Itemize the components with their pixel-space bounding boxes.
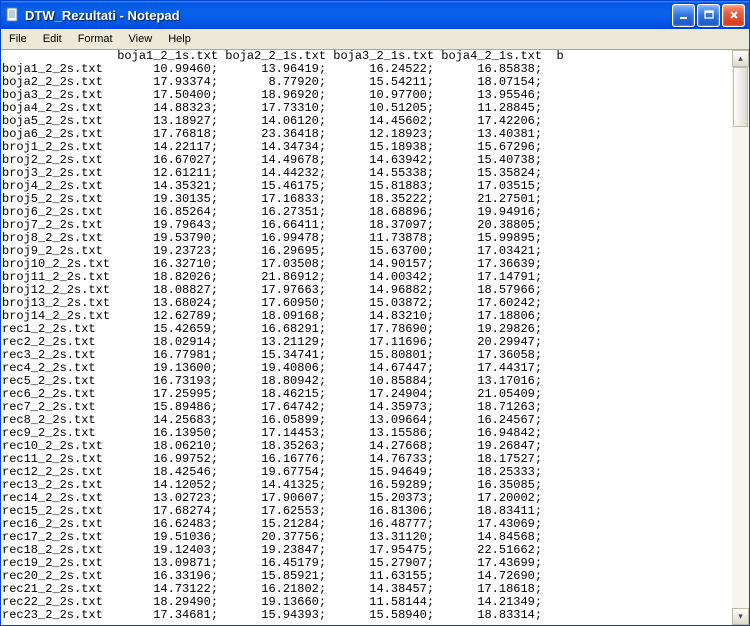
scroll-up-button[interactable]: ▴ bbox=[732, 50, 749, 67]
menu-edit[interactable]: Edit bbox=[35, 29, 70, 49]
scroll-thumb[interactable] bbox=[733, 67, 748, 127]
menubar: File Edit Format View Help bbox=[1, 29, 749, 50]
text-area[interactable]: boja1_2_1s.txt boja2_2_1s.txt boja3_2_1s… bbox=[1, 50, 732, 625]
minimize-button[interactable] bbox=[672, 4, 695, 27]
menu-format[interactable]: Format bbox=[70, 29, 121, 49]
close-button[interactable] bbox=[722, 4, 745, 27]
menu-view[interactable]: View bbox=[121, 29, 161, 49]
notepad-window: DTW_Rezultati - Notepad File Edit Format… bbox=[0, 0, 750, 626]
notepad-icon bbox=[5, 7, 21, 23]
table-row: rec23_2_2s.txt 17.34681; 15.94393; 15.58… bbox=[2, 609, 732, 622]
menu-help[interactable]: Help bbox=[160, 29, 199, 49]
menu-file[interactable]: File bbox=[1, 29, 35, 49]
window-title: DTW_Rezultati - Notepad bbox=[25, 8, 180, 23]
maximize-button[interactable] bbox=[697, 4, 720, 27]
scroll-track[interactable] bbox=[732, 67, 749, 608]
vertical-scrollbar[interactable]: ▴ ▾ bbox=[732, 50, 749, 625]
window-controls bbox=[672, 4, 747, 27]
content-wrap: boja1_2_1s.txt boja2_2_1s.txt boja3_2_1s… bbox=[1, 50, 749, 625]
scroll-down-button[interactable]: ▾ bbox=[732, 608, 749, 625]
titlebar[interactable]: DTW_Rezultati - Notepad bbox=[1, 1, 749, 29]
